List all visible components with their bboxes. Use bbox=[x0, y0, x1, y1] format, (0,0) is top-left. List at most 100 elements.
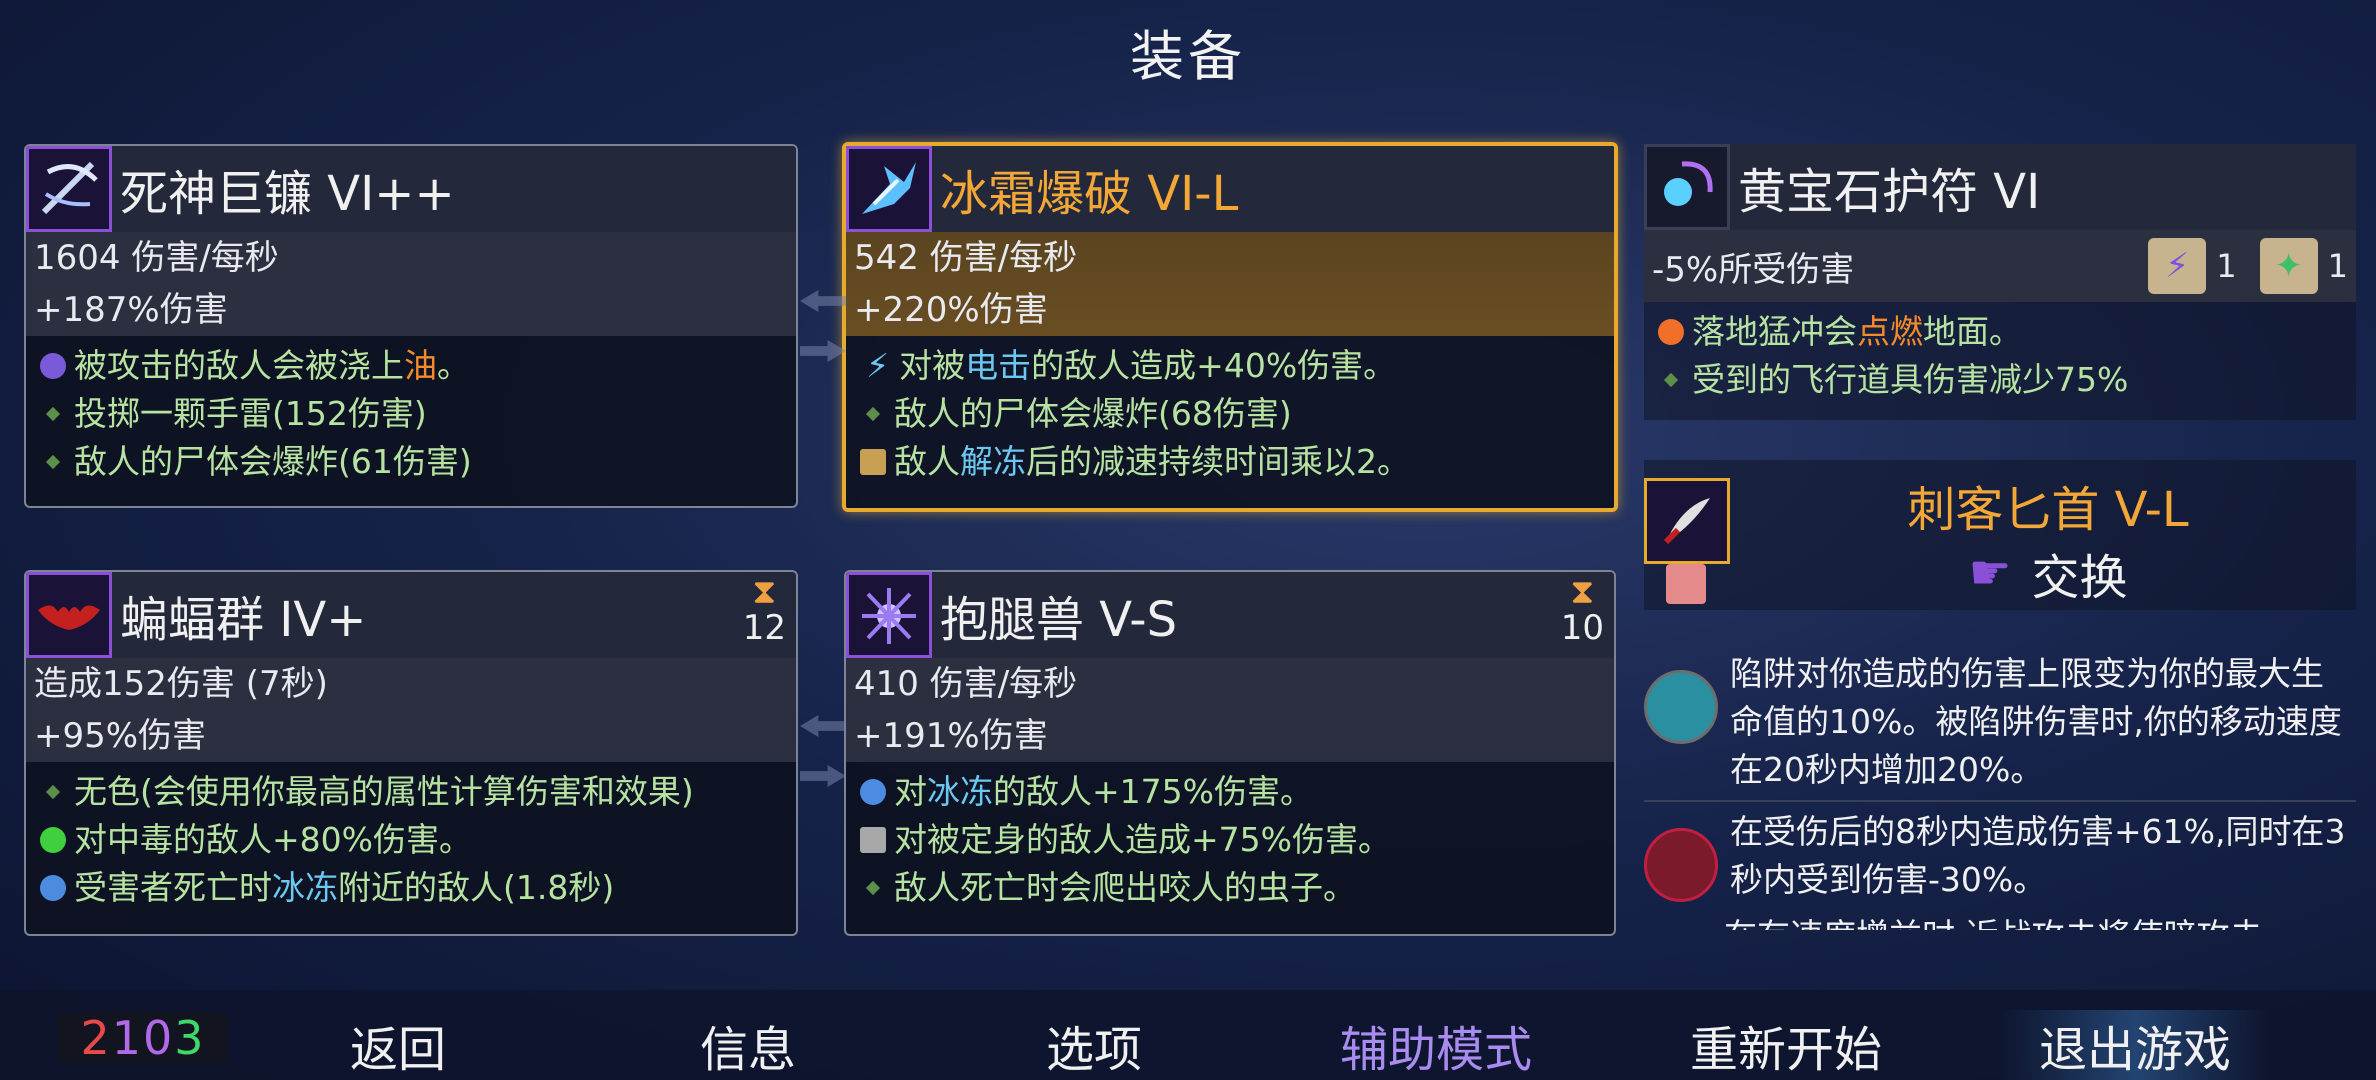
freeze-icon bbox=[40, 875, 66, 901]
lightning-scroll-icon: ⚡ bbox=[2148, 238, 2207, 294]
leg-hugger-icon bbox=[846, 572, 932, 658]
damage-reduction-stat: -5%所受伤害 bbox=[1652, 249, 1855, 290]
effect-line: 敌人的尸体会爆炸(61伤害) bbox=[40, 438, 782, 486]
weapon-card-leg-hugger[interactable]: 抱腿兽 V-S ⧗ 10 410 伤害/每秒 +191%伤害 对冰冻 的敌人+175… bbox=[844, 570, 1616, 936]
effects-list: 被攻击的敌人会被浇上油。 投掷一颗手雷(152伤害) 敌人的尸体会爆炸(61伤害… bbox=[26, 336, 796, 492]
card-header: 冰霜爆破 VI-L bbox=[846, 146, 1614, 232]
scythe-icon bbox=[26, 146, 112, 232]
effect-line: 敌人死亡时会爬出咬人的虫子。 bbox=[860, 864, 1600, 912]
swap-button[interactable]: ☛ 交换 bbox=[1748, 538, 2348, 608]
mutation-row: 在受伤后的8秒内造成伤害+61%,同时在3秒内受到伤害-30%。 bbox=[1644, 808, 2356, 904]
weapon-name: 抱腿兽 V-S bbox=[940, 592, 1178, 648]
hourglass-icon bbox=[860, 449, 886, 475]
weapon-stats: 542 伤害/每秒 +220%伤害 bbox=[846, 232, 1614, 336]
hourglass-icon: ⧗ bbox=[1570, 572, 1595, 612]
bullet-icon bbox=[865, 406, 881, 422]
assassin-dagger-icon bbox=[1644, 478, 1730, 564]
effect-line: 无色(会使用你最高的属性计算伤害和效果) bbox=[40, 768, 782, 816]
effect-line: 被攻击的敌人会被浇上油。 bbox=[40, 342, 782, 390]
effect-line: 投掷一颗手雷(152伤害) bbox=[40, 390, 782, 438]
damage-bonus-stat: +191%伤害 bbox=[854, 716, 1048, 756]
weapon-stats: 1604 伤害/每秒 +187%伤害 bbox=[26, 232, 796, 336]
swap-arrow-left bbox=[800, 290, 846, 312]
weapon-name: 死神巨镰 VI++ bbox=[120, 166, 455, 222]
bat-swarm-icon bbox=[26, 572, 112, 658]
amulet-header: 黄宝石护符 VI bbox=[1644, 144, 2356, 230]
frost-blast-icon bbox=[846, 146, 932, 232]
swap-arrow-right bbox=[800, 340, 846, 362]
hand-pointer-icon: ☛ bbox=[1968, 545, 2012, 601]
card-header: 死神巨镰 VI++ bbox=[26, 146, 796, 232]
mutation-row: 在有速度增益时,近战攻击将使暗攻击 bbox=[1644, 912, 2356, 930]
effect-line: 敌人 解冻 后的减速持续时间乘以2。 bbox=[860, 438, 1600, 486]
amulet-icon bbox=[1644, 144, 1730, 230]
assist-mode-button[interactable]: 辅助模式 bbox=[1340, 1010, 1532, 1080]
effects-list: 无色(会使用你最高的属性计算伤害和效果) 对中毒的敌人+80%伤害。 受害者死亡… bbox=[26, 762, 796, 918]
stats-counter: 2 10 3 bbox=[58, 1011, 228, 1065]
trap-mutation-icon bbox=[1644, 670, 1718, 744]
swap-arrow-right bbox=[800, 765, 846, 787]
options-button[interactable]: 选项 bbox=[1046, 1010, 1142, 1080]
amulet-name: 黄宝石护符 VI bbox=[1738, 164, 2041, 220]
oil-icon bbox=[40, 353, 66, 379]
effects-list: 对冰冻 的敌人+175%伤害。 对被定身的敌人造成+75%伤害。 敌人死亡时会爬出… bbox=[846, 762, 1614, 918]
back-button[interactable]: 返回 bbox=[350, 1010, 446, 1080]
quit-game-button[interactable]: 退出游戏 bbox=[2000, 1010, 2270, 1080]
effects-list: ⚡ 对被 电击 的敌人造成+40%伤害。 敌人的尸体会爆炸(68伤害) 敌人 解冻 后的减… bbox=[846, 336, 1614, 492]
pickup-item-name: 刺客匕首 V-L bbox=[1907, 482, 2189, 538]
effect-line: 对中毒的敌人+80%伤害。 bbox=[40, 816, 782, 864]
effect-line: 受到的飞行道具伤害减少75% bbox=[1658, 356, 2342, 404]
divider bbox=[1644, 800, 2356, 802]
damage-bonus-stat: +187%伤害 bbox=[34, 290, 228, 330]
bullet-icon bbox=[45, 784, 61, 800]
retaliation-mutation-icon bbox=[1644, 828, 1718, 902]
page-title: 装备 bbox=[1130, 25, 1246, 88]
pickup-key-icon bbox=[1666, 564, 1706, 604]
card-header: 蝙蝠群 IV+ ⧗ 12 bbox=[26, 572, 796, 658]
weapon-name: 蝙蝠群 IV+ bbox=[120, 592, 367, 648]
bullet-icon bbox=[45, 454, 61, 470]
weapon-card-bat-swarm[interactable]: 蝙蝠群 IV+ ⧗ 12 造成152伤害 (7秒) +95%伤害 无色(会使用你最… bbox=[24, 570, 798, 936]
fire-icon bbox=[1658, 319, 1684, 345]
card-header: 抱腿兽 V-S ⧗ 10 bbox=[846, 572, 1614, 658]
effect-line: 对冰冻 的敌人+175%伤害。 bbox=[860, 768, 1600, 816]
weapon-name: 冰霜爆破 VI-L bbox=[940, 166, 1239, 222]
amulet-stats: -5%所受伤害 ⚡ 1 ✦ 1 bbox=[1644, 230, 2356, 302]
effect-line: 对被定身的敌人造成+75%伤害。 bbox=[860, 816, 1600, 864]
amulet-panel[interactable]: 黄宝石护符 VI -5%所受伤害 ⚡ 1 ✦ 1 落地猛冲会 点燃 地面。 受到的飞行道… bbox=[1644, 144, 2356, 420]
effects-list: 落地猛冲会 点燃 地面。 受到的飞行道具伤害减少75% bbox=[1644, 302, 2356, 410]
damage-bonus-stat: +220%伤害 bbox=[854, 290, 1048, 330]
scroll-counter-1: ⚡ 1 bbox=[2148, 238, 2237, 294]
mutation-list: 陷阱对你造成的伤害上限变为你的最大生命值的10%。被陷阱伤害时,你的移动速度在2… bbox=[1644, 650, 2356, 930]
freeze-icon bbox=[860, 779, 886, 805]
poison-icon bbox=[40, 827, 66, 853]
effect-line: 敌人的尸体会爆炸(68伤害) bbox=[860, 390, 1600, 438]
cooldown-indicator: ⧗ 10 bbox=[1560, 572, 1604, 648]
lock-icon bbox=[860, 827, 886, 853]
dps-stat: 410 伤害/每秒 bbox=[854, 664, 1078, 704]
swap-arrow-left bbox=[800, 715, 846, 737]
weapon-card-scythe[interactable]: 死神巨镰 VI++ 1604 伤害/每秒 +187%伤害 被攻击的敌人会被浇上油… bbox=[24, 144, 798, 508]
weapon-stats: 410 伤害/每秒 +191%伤害 bbox=[846, 658, 1614, 762]
damage-bonus-stat: +95%伤害 bbox=[34, 716, 207, 756]
pickup-panel[interactable]: 刺客匕首 V-L ☛ 交换 bbox=[1644, 460, 2356, 610]
hourglass-icon: ⧗ bbox=[752, 572, 777, 612]
cooldown-indicator: ⧗ 12 bbox=[742, 572, 786, 648]
dps-stat: 542 伤害/每秒 bbox=[854, 238, 1078, 278]
effect-line: 落地猛冲会 点燃 地面。 bbox=[1658, 308, 2342, 356]
lightning-icon: ⚡ bbox=[866, 346, 890, 385]
scroll-counter-2: ✦ 1 bbox=[2259, 238, 2348, 294]
bullet-icon bbox=[865, 880, 881, 896]
green-scroll-icon: ✦ bbox=[2259, 238, 2318, 294]
info-button[interactable]: 信息 bbox=[700, 1010, 796, 1080]
bullet-icon bbox=[45, 406, 61, 422]
dps-stat: 1604 伤害/每秒 bbox=[34, 238, 279, 278]
weapon-card-frost-blast[interactable]: 冰霜爆破 VI-L 542 伤害/每秒 +220%伤害 ⚡ 对被 电击 的敌人造成+4… bbox=[842, 142, 1618, 512]
effect-line: 受害者死亡时 冰冻 附近的敌人(1.8秒) bbox=[40, 864, 782, 912]
damage-stat: 造成152伤害 (7秒) bbox=[34, 664, 328, 704]
swap-label: 交换 bbox=[2031, 550, 2128, 606]
weapon-stats: 造成152伤害 (7秒) +95%伤害 bbox=[26, 658, 796, 762]
bullet-icon bbox=[1663, 372, 1679, 388]
effect-line: ⚡ 对被 电击 的敌人造成+40%伤害。 bbox=[860, 342, 1600, 390]
restart-button[interactable]: 重新开始 bbox=[1690, 1010, 1882, 1080]
